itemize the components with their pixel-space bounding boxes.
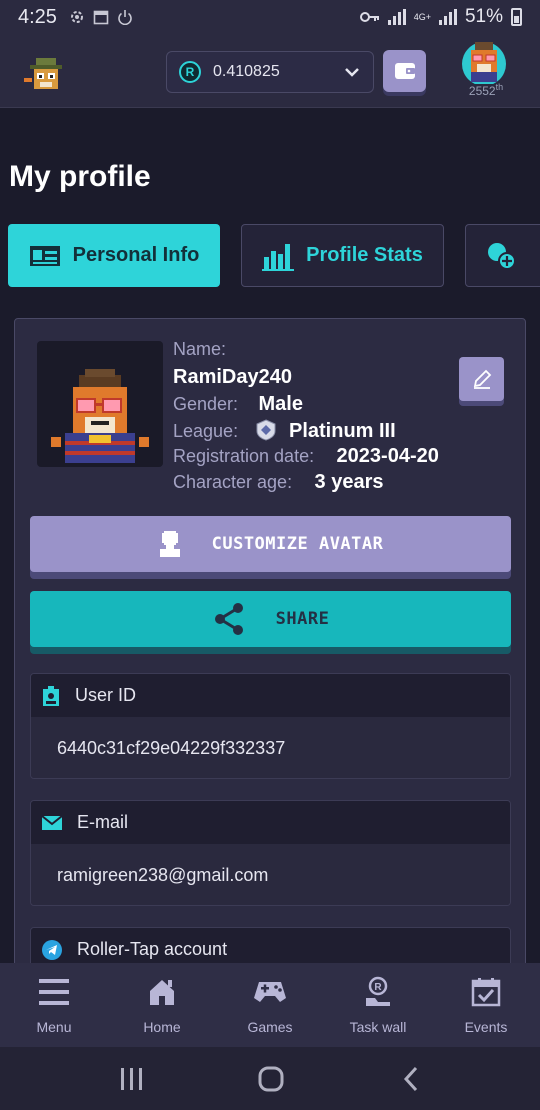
battery-percent: 51% xyxy=(464,6,503,27)
share-button[interactable]: SHARE xyxy=(30,591,511,647)
avatar-image xyxy=(51,369,149,463)
nav-label: Task wall xyxy=(349,1019,407,1035)
pencil-icon xyxy=(473,369,491,389)
power-icon xyxy=(118,10,132,25)
tab-friends[interactable] xyxy=(465,224,540,287)
user-id-header: User ID xyxy=(31,674,510,717)
key-icon xyxy=(359,12,379,22)
avatar-silhouette-icon xyxy=(159,531,180,557)
task-wall-icon: R xyxy=(366,976,390,1006)
tab-label: Personal Info xyxy=(72,244,200,266)
age-row: Character age: 3 years xyxy=(173,471,384,494)
calendar-icon xyxy=(93,10,109,25)
user-id-field: User ID 6440c31cf29e04229f332337 xyxy=(30,673,511,779)
gender-value: Male xyxy=(258,393,303,415)
tab-personal-info[interactable]: Personal Info xyxy=(8,224,220,287)
badge-icon xyxy=(43,685,59,706)
status-icons xyxy=(69,9,133,25)
user-rank: 2552th xyxy=(460,82,512,98)
svg-text:R: R xyxy=(374,982,382,993)
bottom-navigation: Menu Home Games R Task wall Events xyxy=(0,963,540,1047)
signal-icon xyxy=(387,9,406,25)
wallet-button[interactable] xyxy=(383,50,426,92)
nav-menu[interactable]: Menu xyxy=(0,963,108,1047)
roller-tap-label: Roller-Tap account xyxy=(77,939,228,959)
nav-events[interactable]: Events xyxy=(432,963,540,1047)
user-avatar[interactable] xyxy=(459,40,509,84)
registration-value: 2023-04-20 xyxy=(336,445,439,467)
league-row: League: Platinum III xyxy=(173,419,396,443)
menu-icon xyxy=(39,979,69,1005)
rank-number: 2552 xyxy=(468,84,496,98)
network-type: 4G+ xyxy=(413,12,431,22)
gender-row: Gender: Male xyxy=(173,393,303,416)
profile-avatar xyxy=(37,341,163,467)
customize-label: CUSTOMIZE AVATAR xyxy=(211,534,384,554)
id-card-icon xyxy=(29,245,60,266)
wallet-icon xyxy=(394,63,415,79)
tab-label: Profile Stats xyxy=(306,244,423,266)
balance-amount: 0.410825 xyxy=(213,63,280,80)
signal-icon-2 xyxy=(438,9,457,25)
age-value: 3 years xyxy=(314,471,384,493)
telegram-icon xyxy=(42,939,62,960)
nav-task-wall[interactable]: R Task wall xyxy=(324,963,432,1047)
status-right: 4G+ 51% xyxy=(359,6,522,28)
profile-name: RamiDay240 xyxy=(173,366,292,388)
bar-chart-icon xyxy=(262,243,295,271)
registration-row: Registration date: 2023-04-20 xyxy=(173,445,439,468)
battery-icon xyxy=(511,8,522,26)
coin-icon: R xyxy=(179,61,201,83)
nav-home[interactable]: Home xyxy=(108,963,216,1047)
recent-apps-icon[interactable] xyxy=(111,1065,151,1093)
customize-avatar-button[interactable]: CUSTOMIZE AVATAR xyxy=(30,516,511,572)
edit-profile-button[interactable] xyxy=(459,357,504,401)
share-label: SHARE xyxy=(275,609,330,629)
email-header: E-mail xyxy=(31,801,510,844)
nav-games[interactable]: Games xyxy=(216,963,324,1047)
page-title: My profile xyxy=(9,160,151,193)
league-label: League: xyxy=(173,421,239,441)
status-time: 4:25 xyxy=(18,5,57,28)
system-navigation xyxy=(0,1047,540,1110)
add-friend-icon xyxy=(488,242,516,270)
nav-label: Games xyxy=(247,1019,293,1035)
events-icon xyxy=(471,978,501,1007)
back-icon[interactable] xyxy=(392,1065,432,1093)
app-header: R 0.410825 2552th xyxy=(0,34,540,108)
tab-profile-stats[interactable]: Profile Stats xyxy=(241,224,444,287)
name-label: Name: xyxy=(173,339,227,359)
age-label: Character age: xyxy=(173,472,293,492)
app-logo-icon[interactable] xyxy=(24,56,68,92)
balance-select[interactable]: R 0.410825 xyxy=(166,51,374,93)
gamepad-icon xyxy=(254,982,286,1002)
profile-card: Name: RamiDay240 Gender: Male League: Pl… xyxy=(14,318,526,1033)
league-value: Platinum III xyxy=(288,420,396,442)
gender-label: Gender: xyxy=(173,394,239,414)
league-badge-icon xyxy=(256,419,276,441)
settings-icon xyxy=(70,11,83,23)
profile-tabs: Personal Info Profile Stats xyxy=(0,224,540,288)
rank-suffix: th xyxy=(495,82,504,92)
nav-label: Events xyxy=(464,1019,508,1035)
email-label: E-mail xyxy=(77,812,129,832)
email-field: E-mail ramigreen238@gmail.com xyxy=(30,800,511,906)
user-id-value: 6440c31cf29e04229f332337 xyxy=(31,717,510,778)
nav-label: Home xyxy=(143,1019,181,1035)
home-icon xyxy=(150,980,174,1005)
home-system-icon[interactable] xyxy=(251,1065,291,1093)
share-icon xyxy=(214,603,243,635)
mail-icon xyxy=(41,814,63,830)
email-value: ramigreen238@gmail.com xyxy=(31,844,510,905)
user-id-label: User ID xyxy=(75,685,137,705)
registration-label: Registration date: xyxy=(173,446,315,466)
nav-label: Menu xyxy=(36,1019,72,1035)
status-bar: 4:25 4G+ 51% xyxy=(0,0,540,34)
chevron-down-icon xyxy=(345,68,359,77)
